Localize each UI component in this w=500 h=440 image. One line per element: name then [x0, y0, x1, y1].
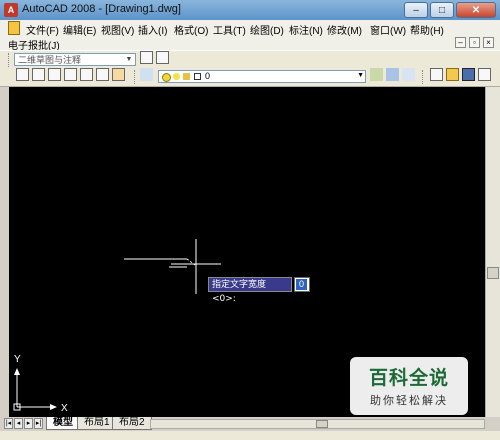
horizontal-scroll-thumb[interactable] [316, 420, 328, 428]
mdi-restore-button[interactable]: ▫ [469, 37, 480, 48]
chevron-down-icon[interactable]: ▼ [357, 72, 364, 79]
tool-icon-7[interactable] [112, 68, 125, 81]
close-button[interactable]: ✕ [456, 2, 496, 18]
tab-first-button[interactable]: |◂ [4, 418, 13, 429]
menu-bar: 文件(F) 编辑(E) 视图(V) 插入(I) 格式(O) 工具(T) 绘图(D… [0, 20, 500, 37]
bulb-icon [162, 73, 171, 82]
toolbar-grip[interactable] [422, 70, 426, 84]
tool-icon-1[interactable] [16, 68, 29, 81]
tab-layout1[interactable]: 布局1 [77, 417, 117, 430]
status-strip [0, 431, 500, 440]
watermark-logo: 百科全说 助你轻松解决 [350, 357, 468, 415]
title-bar: A AutoCAD 2008 - [Drawing1.dwg] – □ ✕ [0, 0, 500, 20]
tool-icon-3[interactable] [48, 68, 61, 81]
autocad-app-icon[interactable]: A [4, 3, 18, 17]
horizontal-scrollbar[interactable] [150, 419, 485, 429]
toolbar-grip[interactable] [134, 70, 138, 84]
ucs-y-arrow [14, 368, 20, 375]
tool-icon-4[interactable] [64, 68, 77, 81]
left-dock-strip [0, 87, 9, 417]
color-square-icon [194, 73, 201, 80]
chevron-down-icon[interactable]: ▼ [124, 55, 134, 64]
minimize-button[interactable]: – [404, 2, 428, 18]
workspace-save-icon[interactable] [156, 51, 169, 64]
document-icon[interactable] [8, 21, 20, 35]
mdi-controls: – ▫ × [455, 37, 494, 48]
maximize-button[interactable]: □ [430, 2, 454, 18]
layer-previous-icon[interactable] [370, 68, 383, 81]
window-title: AutoCAD 2008 - [Drawing1.dwg] [22, 3, 181, 15]
menu-format[interactable]: 格式(O) [174, 22, 208, 37]
menu-edit[interactable]: 编辑(E) [63, 22, 96, 37]
workspace-select[interactable]: 二维草图与注释 ▼ [14, 53, 136, 66]
dynamic-input-prompt: 指定文字宽度 <0>: [208, 277, 292, 304]
vertical-scrollbar[interactable] [485, 87, 500, 417]
tool-icon-6[interactable] [96, 68, 109, 81]
lock-icon [183, 73, 190, 80]
tool-icon-5[interactable] [80, 68, 93, 81]
ucs-x-label: X [61, 403, 68, 414]
sun-icon [173, 73, 180, 80]
layer-states-icon[interactable] [386, 68, 399, 81]
menu-view[interactable]: 视图(V) [101, 22, 134, 37]
workspace-settings-icon[interactable] [140, 51, 153, 64]
layer-select[interactable]: 0 ▼ [158, 70, 366, 83]
toolbar-grip[interactable] [8, 53, 12, 67]
ucs-y-label: Y [14, 354, 21, 365]
menu-tools[interactable]: 工具(T) [213, 22, 246, 37]
workspace-toolbar: 二维草图与注释 ▼ [0, 50, 500, 85]
watermark-subtitle: 助你轻松解决 [370, 394, 448, 407]
dynamic-input-field[interactable]: 0 [294, 277, 310, 292]
tab-last-button[interactable]: ▸| [34, 418, 43, 429]
layer-manager-icon[interactable] [140, 68, 153, 81]
tab-model[interactable]: 模型 [46, 417, 80, 430]
mdi-close-button[interactable]: × [483, 37, 494, 48]
tab-layout2[interactable]: 布局2 [112, 417, 152, 430]
menu-window[interactable]: 窗口(W) [370, 22, 406, 37]
open-folder-icon[interactable] [446, 68, 459, 81]
layer-value: 0 [205, 71, 211, 81]
menu-modify[interactable]: 修改(M) [327, 22, 362, 37]
menu-insert[interactable]: 插入(I) [138, 22, 167, 37]
save-icon[interactable] [462, 68, 475, 81]
secondary-menu-bar: 电子报批(J) – ▫ × [0, 36, 500, 52]
new-file-icon[interactable] [430, 68, 443, 81]
dynamic-input-value: 0 [296, 279, 307, 290]
mdi-minimize-button[interactable]: – [455, 37, 466, 48]
watermark-title: 百科全说 [368, 367, 449, 389]
tab-prev-button[interactable]: ◂ [14, 418, 23, 429]
tool-icon-2[interactable] [32, 68, 45, 81]
ucs-x-arrow [50, 404, 57, 410]
autocad-window: A AutoCAD 2008 - [Drawing1.dwg] – □ ✕ 文件… [0, 0, 500, 440]
menu-draw[interactable]: 绘图(D) [250, 22, 284, 37]
layer-isolate-icon[interactable] [402, 68, 415, 81]
menu-file[interactable]: 文件(F) [26, 22, 59, 37]
window-controls: – □ ✕ [404, 2, 496, 18]
workspace-value: 二维草图与注释 [18, 55, 82, 65]
menu-dimension[interactable]: 标注(N) [289, 22, 323, 37]
menu-help[interactable]: 帮助(H) [410, 22, 444, 37]
layers-toolbar: 0 ▼ [0, 68, 500, 87]
vertical-scroll-thumb[interactable] [487, 267, 499, 279]
tab-next-button[interactable]: ▸ [24, 418, 33, 429]
print-icon[interactable] [478, 68, 491, 81]
